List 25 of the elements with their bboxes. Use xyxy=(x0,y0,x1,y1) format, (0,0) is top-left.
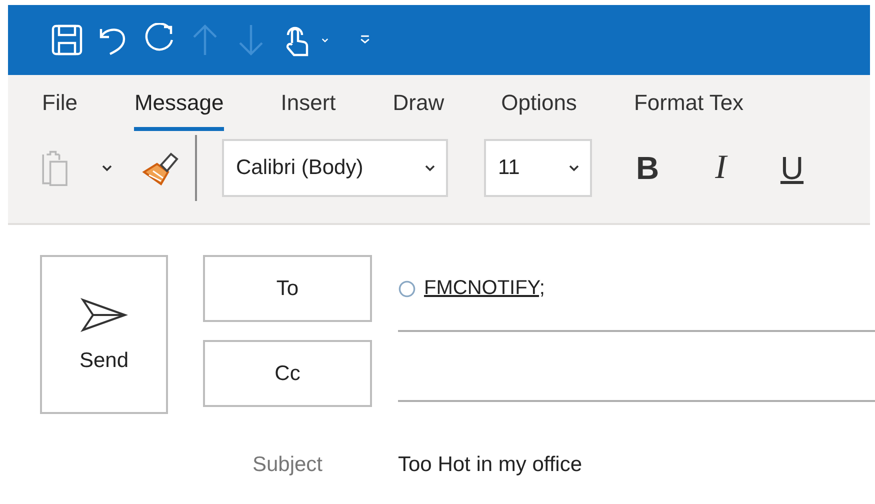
underline-button[interactable]: U xyxy=(772,150,812,186)
italic-button[interactable]: I xyxy=(707,149,734,187)
paintbrush-icon[interactable] xyxy=(141,150,181,186)
to-field[interactable]: FMCNOTIFY; xyxy=(398,255,875,332)
subject-field[interactable]: Too Hot in my office xyxy=(398,453,582,477)
ribbon-tab[interactable]: Message xyxy=(134,89,224,131)
save-icon[interactable] xyxy=(50,23,84,57)
subject-label: Subject xyxy=(251,453,324,477)
cc-button[interactable]: Cc xyxy=(203,340,372,407)
ribbon-tab[interactable]: Options xyxy=(501,89,577,131)
paper-plane-icon xyxy=(80,296,128,332)
font-dropdown[interactable]: Calibri (Body) xyxy=(222,139,448,197)
bold-button[interactable]: B xyxy=(628,150,668,186)
ribbon-tab[interactable]: File xyxy=(42,89,78,131)
chevron-down-icon xyxy=(424,164,436,172)
font-size-dropdown[interactable]: 11 xyxy=(484,139,592,197)
send-button[interactable]: Send xyxy=(40,255,168,414)
recipient-link[interactable]: FMCNOTIFY; xyxy=(424,277,545,300)
chevron-down-icon[interactable] xyxy=(101,164,113,172)
presence-icon xyxy=(398,280,416,298)
ribbon-tab[interactable]: Insert xyxy=(280,89,336,131)
to-button[interactable]: To xyxy=(203,255,372,322)
ribbon-tab[interactable]: Draw xyxy=(392,89,444,131)
ribbon-tab[interactable]: Format Tex xyxy=(634,89,744,131)
chevron-down-icon xyxy=(568,164,580,172)
